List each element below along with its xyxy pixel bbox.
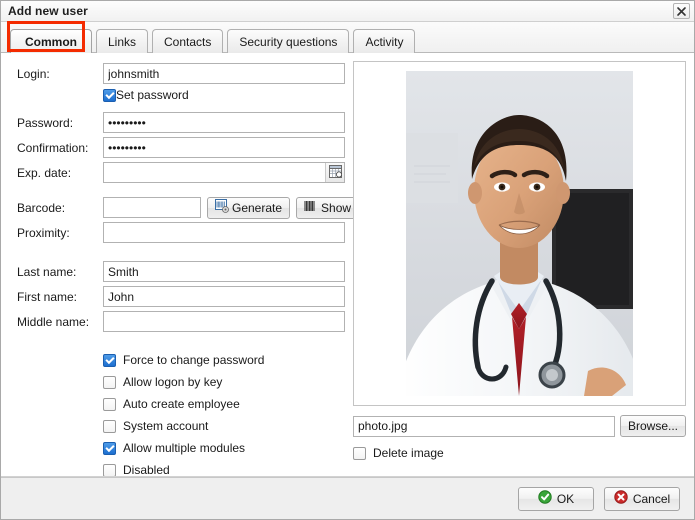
option-row-system-account: System account — [1, 416, 351, 436]
confirmation-label: Confirmation: — [17, 140, 89, 155]
exp-date-label: Exp. date: — [17, 165, 72, 180]
disabled-checkbox[interactable] — [103, 463, 116, 477]
password-input[interactable] — [103, 112, 345, 133]
tab-label: Links — [108, 34, 137, 49]
tab-activity[interactable]: Activity — [353, 29, 416, 53]
option-row-allow-multiple-modules: Allow multiple modules — [1, 438, 351, 458]
tab-label: Contacts — [164, 34, 212, 49]
system-account-checkbox[interactable] — [103, 419, 116, 433]
barcode-generate-icon — [215, 199, 229, 216]
dialog-footer: OK Cancel — [1, 477, 694, 519]
option-row-allow-logon-by-key: Allow logon by key — [1, 372, 351, 392]
tab-strip: Common Links Contacts Security questions… — [1, 21, 694, 53]
password-row: Password: — [1, 112, 351, 133]
calendar-icon — [328, 164, 342, 181]
option-label: System account — [123, 419, 209, 433]
tab-contacts[interactable]: Contacts — [152, 29, 224, 53]
tab-label: Common — [25, 34, 77, 49]
first-name-row: First name: — [1, 286, 351, 307]
option-row-force-change-password: Force to change password — [1, 350, 351, 370]
generate-button-label: Generate — [232, 200, 283, 215]
confirmation-row: Confirmation: — [1, 137, 351, 158]
ok-button[interactable]: OK — [518, 486, 594, 511]
browse-button-label: Browse... — [627, 419, 678, 433]
exp-date-field — [103, 162, 345, 183]
last-name-label: Last name: — [17, 264, 77, 279]
photo-file-input[interactable] — [353, 415, 615, 437]
proximity-row: Proximity: — [1, 222, 351, 243]
barcode-label: Barcode: — [17, 200, 66, 215]
photo-frame[interactable] — [353, 61, 686, 406]
last-name-row: Last name: — [1, 261, 351, 282]
password-label: Password: — [17, 115, 74, 130]
delete-image-label: Delete image — [373, 446, 444, 460]
option-label: Allow multiple modules — [123, 441, 246, 455]
option-label: Force to change password — [123, 353, 265, 367]
content-divider — [1, 476, 694, 477]
delete-image-row: Delete image — [353, 446, 686, 460]
login-label: Login: — [17, 66, 50, 81]
tab-links[interactable]: Links — [96, 29, 149, 53]
add-new-user-dialog: Add new user Common Links Contacts Secur… — [0, 0, 695, 520]
middle-name-row: Middle name: — [1, 311, 351, 332]
allow-multiple-modules-checkbox[interactable] — [103, 441, 116, 455]
cancel-button[interactable]: Cancel — [604, 486, 680, 511]
photo-pane: Browse... Delete image — [351, 53, 694, 477]
option-row-auto-create-employee: Auto create employee — [1, 394, 351, 414]
confirmation-input[interactable] — [103, 137, 345, 158]
proximity-label: Proximity: — [17, 225, 70, 240]
option-label: Disabled — [123, 463, 170, 477]
set-password-checkbox[interactable] — [103, 88, 116, 102]
form-pane: Login: Set password Password: Confirmati… — [1, 53, 372, 477]
browse-button[interactable]: Browse... — [619, 415, 686, 437]
tab-security-questions[interactable]: Security questions — [227, 29, 350, 53]
option-label: Auto create employee — [123, 397, 240, 411]
delete-image-checkbox[interactable] — [353, 446, 366, 460]
first-name-label: First name: — [17, 289, 78, 304]
option-row-disabled: Disabled — [1, 460, 351, 477]
dialog-body: Login: Set password Password: Confirmati… — [1, 53, 694, 477]
photo-file-row: Browse... — [353, 415, 686, 437]
middle-name-input[interactable] — [103, 311, 345, 332]
barcode-icon — [304, 200, 318, 215]
user-photo — [406, 71, 633, 396]
last-name-input[interactable] — [103, 261, 345, 282]
proximity-input[interactable] — [103, 222, 345, 243]
calendar-button[interactable] — [325, 163, 344, 182]
close-icon — [676, 6, 687, 17]
cancel-button-label: Cancel — [632, 491, 671, 506]
tab-common[interactable]: Common — [10, 29, 92, 53]
dialog-title: Add new user — [8, 4, 88, 18]
close-button[interactable] — [673, 3, 690, 19]
auto-create-employee-checkbox[interactable] — [103, 397, 116, 411]
tab-label: Activity — [365, 34, 404, 49]
set-password-row: Set password — [1, 88, 351, 108]
ok-button-label: OK — [556, 491, 575, 506]
force-change-password-checkbox[interactable] — [103, 353, 116, 367]
exp-date-input[interactable] — [103, 162, 345, 183]
login-input[interactable] — [103, 63, 345, 84]
option-label: Allow logon by key — [123, 375, 223, 389]
cancel-x-icon — [614, 490, 628, 507]
tab-label: Security questions — [239, 34, 338, 49]
login-row: Login: — [1, 63, 351, 84]
show-button-label: Show — [321, 200, 352, 215]
first-name-input[interactable] — [103, 286, 345, 307]
barcode-input[interactable] — [103, 197, 201, 218]
exp-date-row: Exp. date: — [1, 162, 351, 183]
middle-name-label: Middle name: — [17, 314, 90, 329]
dialog-titlebar: Add new user — [1, 1, 694, 22]
allow-logon-by-key-checkbox[interactable] — [103, 375, 116, 389]
set-password-label: Set password — [116, 88, 189, 102]
generate-button[interactable]: Generate — [207, 196, 291, 219]
barcode-row: Barcode: Generate Show — [1, 196, 372, 219]
ok-check-icon — [538, 490, 552, 507]
